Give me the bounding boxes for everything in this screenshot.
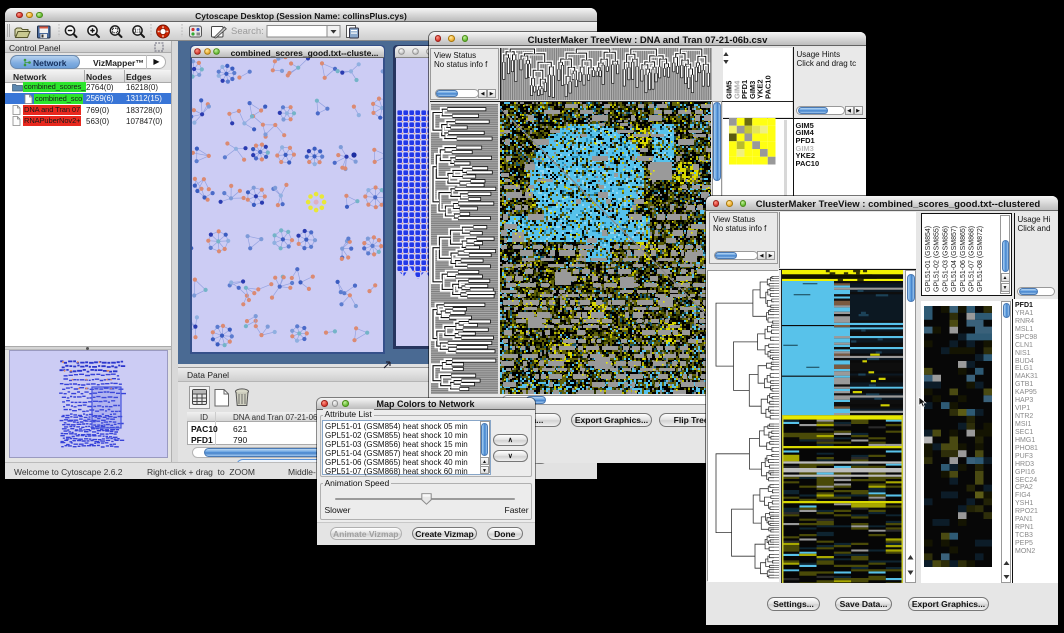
svg-text:PAC10: PAC10	[763, 75, 772, 99]
svg-text:GPL51-08 (GSM872): GPL51-08 (GSM872)	[977, 226, 984, 292]
svg-text:Search:: Search:	[231, 26, 264, 37]
svg-text:GPL51-01 (GSM854): GPL51-01 (GSM854)	[925, 226, 932, 292]
svg-text:GPL51-06 (GSM865): GPL51-06 (GSM865)	[960, 226, 967, 292]
svg-text:GPL51-03 (GSM856): GPL51-03 (GSM856)	[942, 226, 949, 292]
svg-text:1:1: 1:1	[134, 29, 141, 35]
svg-text:GPL51-02 (GSM855): GPL51-02 (GSM855)	[934, 226, 941, 292]
svg-text:GPL51-04 (GSM857): GPL51-04 (GSM857)	[951, 226, 958, 292]
svg-text:GPL51-07 (GSM868): GPL51-07 (GSM868)	[969, 226, 976, 292]
